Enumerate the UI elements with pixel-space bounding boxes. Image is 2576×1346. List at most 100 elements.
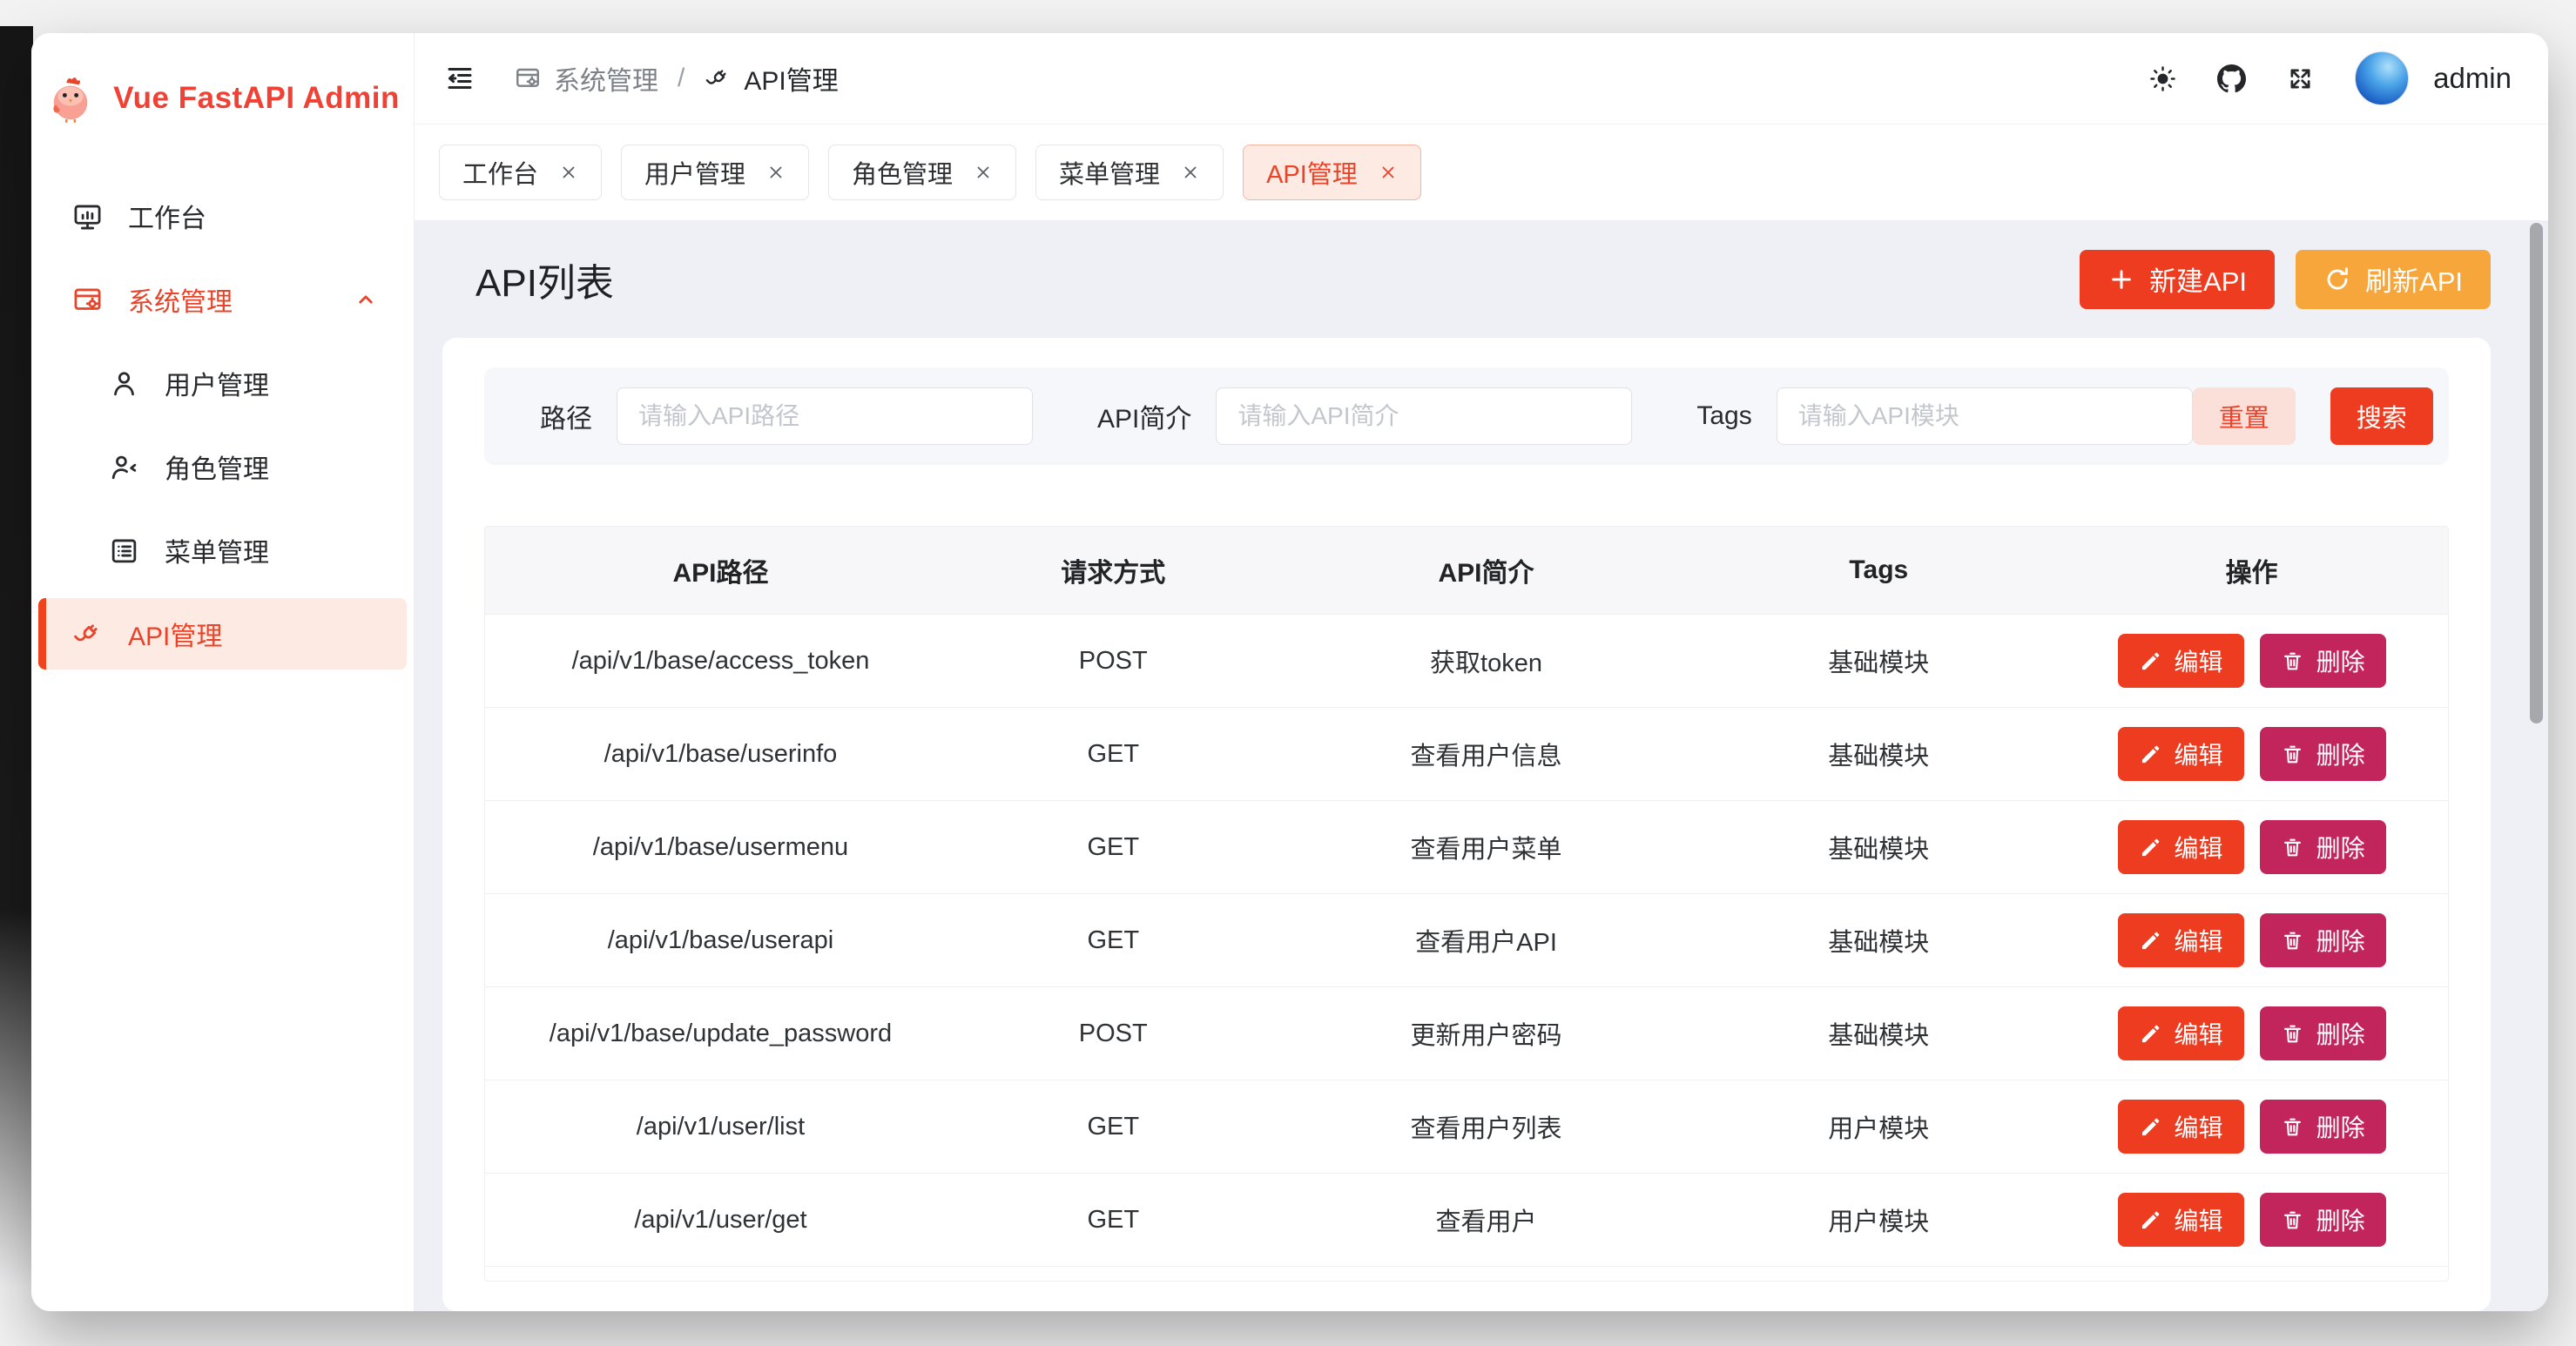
breadcrumb-current[interactable]: API管理 xyxy=(704,59,838,98)
fullscreen-button[interactable] xyxy=(2286,64,2315,93)
table-row-partial xyxy=(485,1266,2448,1281)
edit-button[interactable]: 编辑 xyxy=(2118,1193,2244,1247)
nav-tab[interactable]: API管理 xyxy=(1243,145,1421,200)
delete-button[interactable]: 删除 xyxy=(2260,913,2386,967)
path-filter-input[interactable] xyxy=(617,387,1033,445)
method-cell: POST xyxy=(956,1020,1271,1048)
api-path-cell: /api/v1/base/access_token xyxy=(485,647,956,676)
pencil-icon xyxy=(2139,649,2162,673)
summary-cell: 更新用户密码 xyxy=(1271,1015,1703,1052)
table-header-row: API路径 请求方式 API简介 Tags 操作 xyxy=(485,527,2448,614)
edit-button[interactable]: 编辑 xyxy=(2118,727,2244,781)
pencil-icon xyxy=(2139,743,2162,766)
delete-button-label: 删除 xyxy=(2316,737,2365,771)
delete-button[interactable]: 删除 xyxy=(2260,1193,2386,1247)
sidebar-item-system[interactable]: 系统管理 xyxy=(38,264,407,335)
plug-icon xyxy=(704,64,732,92)
summary-cell: 查看用户信息 xyxy=(1271,736,1703,772)
edit-button-label: 编辑 xyxy=(2175,830,2223,865)
edit-button[interactable]: 编辑 xyxy=(2118,1100,2244,1154)
edit-button[interactable]: 编辑 xyxy=(2118,913,2244,967)
sidebar-item-users[interactable]: 用户管理 xyxy=(38,347,407,419)
vertical-scrollbar[interactable] xyxy=(2530,223,2543,723)
table-row: /api/v1/base/userapi GET 查看用户API 基础模块 编辑… xyxy=(485,893,2448,986)
delete-button-label: 删除 xyxy=(2316,1016,2365,1051)
actions-cell: 编辑 删除 xyxy=(2055,1193,2448,1247)
delete-button-label: 删除 xyxy=(2316,1109,2365,1144)
reset-button[interactable]: 重置 xyxy=(2193,387,2296,445)
pencil-icon xyxy=(2139,1022,2162,1046)
breadcrumb-parent[interactable]: 系统管理 xyxy=(514,59,658,98)
close-icon[interactable] xyxy=(1379,163,1398,182)
sidebar-item-api[interactable]: API管理 xyxy=(38,598,407,670)
api-path-cell: /api/v1/base/userinfo xyxy=(485,740,956,769)
pencil-icon xyxy=(2139,1208,2162,1232)
create-api-button[interactable]: 新建API xyxy=(2080,250,2275,309)
delete-button[interactable]: 删除 xyxy=(2260,634,2386,688)
tags-cell: 基础模块 xyxy=(1702,922,2055,959)
table-body: /api/v1/base/access_token POST 获取token 基… xyxy=(485,614,2448,1266)
table-row: /api/v1/base/update_password POST 更新用户密码… xyxy=(485,986,2448,1080)
tags-cell: 基础模块 xyxy=(1702,829,2055,865)
pencil-icon xyxy=(2139,1115,2162,1139)
delete-button[interactable]: 删除 xyxy=(2260,727,2386,781)
tags-cell: 基础模块 xyxy=(1702,643,2055,679)
nav-tab[interactable]: 用户管理 xyxy=(621,145,809,200)
header-actions: admin xyxy=(2148,51,2512,105)
delete-button[interactable]: 删除 xyxy=(2260,1100,2386,1154)
sidebar-item-workbench[interactable]: 工作台 xyxy=(38,180,407,252)
edit-button-label: 编辑 xyxy=(2175,737,2223,771)
nav-tab[interactable]: 菜单管理 xyxy=(1035,145,1224,200)
nav-tab-label: 角色管理 xyxy=(852,154,953,191)
trash-icon xyxy=(2281,1115,2304,1139)
breadcrumb-separator: / xyxy=(678,64,684,93)
table-row: /api/v1/base/usermenu GET 查看用户菜单 基础模块 编辑… xyxy=(485,800,2448,893)
nav-tab[interactable]: 工作台 xyxy=(439,145,602,200)
nav-tab-label: 菜单管理 xyxy=(1059,154,1160,191)
sidebar-item-label: 用户管理 xyxy=(165,364,269,402)
close-icon[interactable] xyxy=(766,163,786,182)
fullscreen-icon xyxy=(2286,64,2315,93)
delete-button-label: 删除 xyxy=(2316,830,2365,865)
sidebar-item-menus[interactable]: 菜单管理 xyxy=(38,515,407,586)
edit-button-label: 编辑 xyxy=(2175,1109,2223,1144)
user-name[interactable]: admin xyxy=(2433,62,2512,95)
close-icon[interactable] xyxy=(974,163,993,182)
search-button[interactable]: 搜索 xyxy=(2330,387,2433,445)
actions-cell: 编辑 删除 xyxy=(2055,1100,2448,1154)
method-cell: POST xyxy=(956,647,1271,676)
close-icon[interactable] xyxy=(1181,163,1200,182)
edit-button-label: 编辑 xyxy=(2175,923,2223,958)
delete-button[interactable]: 删除 xyxy=(2260,820,2386,874)
nav-tab[interactable]: 角色管理 xyxy=(828,145,1016,200)
sidebar-item-roles[interactable]: 角色管理 xyxy=(38,431,407,502)
delete-button-label: 删除 xyxy=(2316,643,2365,678)
app-window: Vue FastAPI Admin 工作台 系统管理 xyxy=(31,33,2548,1311)
pencil-icon xyxy=(2139,929,2162,952)
tags-filter-input[interactable] xyxy=(1777,387,2193,445)
api-path-cell: /api/v1/base/usermenu xyxy=(485,833,956,862)
api-path-cell: /api/v1/user/list xyxy=(485,1113,956,1141)
summary-filter-input[interactable] xyxy=(1216,387,1632,445)
refresh-api-button[interactable]: 刷新API xyxy=(2296,250,2491,309)
delete-button-label: 删除 xyxy=(2316,923,2365,958)
theme-toggle-button[interactable] xyxy=(2148,64,2177,93)
avatar[interactable] xyxy=(2355,51,2409,105)
plus-icon xyxy=(2107,266,2135,293)
column-header-path: API路径 xyxy=(485,551,956,589)
github-button[interactable] xyxy=(2217,64,2246,93)
edit-button[interactable]: 编辑 xyxy=(2118,634,2244,688)
summary-filter-label: API简介 xyxy=(1097,397,1191,435)
list-square-icon xyxy=(108,535,140,567)
edit-button[interactable]: 编辑 xyxy=(2118,820,2244,874)
sidebar-collapse-button[interactable] xyxy=(444,63,475,94)
close-icon[interactable] xyxy=(559,163,578,182)
sidebar-item-label: 菜单管理 xyxy=(165,531,269,569)
summary-cell: 获取token xyxy=(1271,643,1703,679)
person-icon xyxy=(108,367,140,400)
chevron-up-icon xyxy=(353,286,379,313)
edit-button-label: 编辑 xyxy=(2175,643,2223,678)
delete-button[interactable]: 删除 xyxy=(2260,1006,2386,1060)
nav-tab-label: API管理 xyxy=(1266,154,1358,191)
edit-button[interactable]: 编辑 xyxy=(2118,1006,2244,1060)
